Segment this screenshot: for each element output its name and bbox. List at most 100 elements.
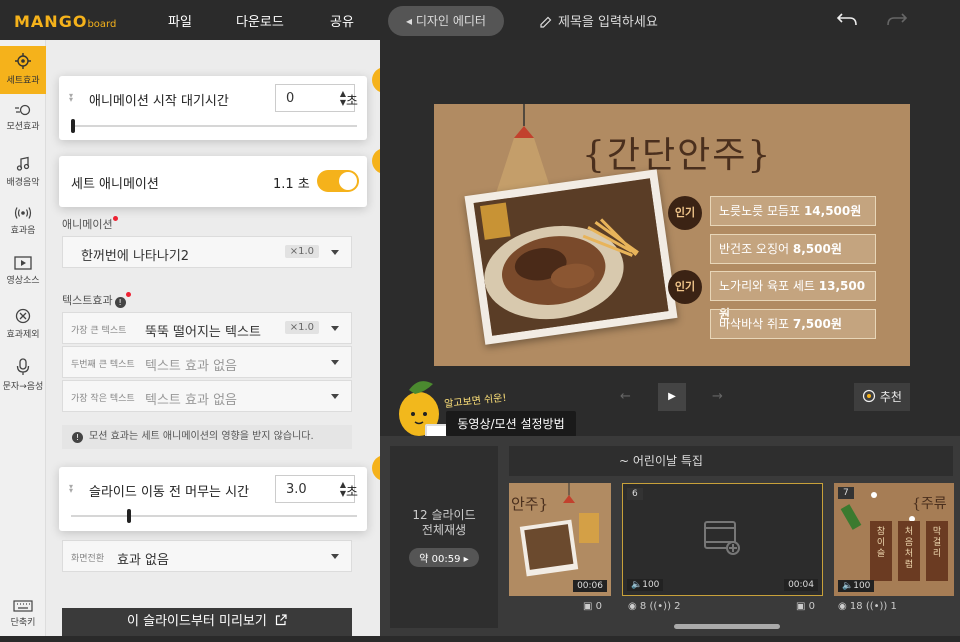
delay-card: ▾ ▾ 애니메이션 시작 대기시간 0 ▲ ▼ 초 — [59, 76, 367, 140]
info-icon: ! — [72, 432, 83, 443]
sound-wave-icon — [14, 207, 32, 219]
next-slide-icon[interactable]: → — [712, 389, 723, 404]
slide-duration: 00:04 — [784, 579, 818, 591]
info-icon[interactable]: ! — [114, 297, 126, 308]
rail-sound-effect[interactable]: 효과음 — [0, 200, 46, 248]
preview-from-slide-button[interactable]: 이 슬라이드부터 미리보기 — [62, 608, 352, 636]
rail-background-music[interactable]: 배경음악 — [0, 150, 46, 198]
rail-exclude-effect[interactable]: 효과제외 — [0, 302, 46, 350]
notice-text: ! 모션 효과는 세트 애니메이션의 영향을 받지 않습니다. — [62, 425, 352, 449]
delay-slider-track[interactable] — [71, 125, 357, 127]
play-button[interactable]: ▶ — [658, 383, 686, 411]
music-note-icon — [16, 156, 30, 171]
mangoboard-logo[interactable]: MANGOboard — [14, 12, 116, 31]
collapse-icon[interactable]: ▾ ▾ — [69, 483, 77, 495]
rail-shortcuts[interactable]: 단축키 — [0, 594, 46, 642]
menu-item: 노릇노릇 모듬포 14,500원 — [710, 196, 876, 226]
video-count: ▣ 0 — [796, 601, 816, 612]
delay-slider-thumb[interactable] — [71, 119, 75, 133]
title-field[interactable]: 제목을 입력하세요 — [540, 11, 658, 30]
liquor-label: 막걸리 — [932, 527, 942, 559]
menu-item: 노가리와 육포 세트 13,500원 — [710, 271, 876, 321]
top-bar: MANGOboard 파일 다운로드 공유 ◂ 디자인 에디터 제목을 입력하세… — [0, 0, 960, 40]
exclude-icon — [15, 308, 31, 324]
slide-number: 7 — [838, 487, 854, 499]
food-photo — [464, 169, 678, 345]
slide-thumbnail[interactable]: 안주} 00:06 — [509, 483, 611, 596]
left-rail: 세트효과 모션효과 배경음악 효과음 영상소스 효과제외 문자→음성 단축키 — [0, 40, 46, 636]
menu-share[interactable]: 공유 — [330, 11, 354, 30]
total-duration: 약 00:59 ▸ — [409, 548, 479, 567]
video-count-icon: ▣ — [583, 601, 596, 612]
slide-duration: 00:06 — [573, 580, 607, 592]
menu-file[interactable]: 파일 — [168, 11, 192, 30]
required-dot — [125, 292, 131, 297]
rail-video-source[interactable]: 영상소스 — [0, 250, 46, 298]
set-animation-value: 1.1 초 — [273, 177, 310, 192]
design-editor-button[interactable]: ◂ 디자인 에디터 — [388, 6, 504, 36]
rail-set-effect[interactable]: 세트효과 — [0, 46, 46, 94]
slide-title: {간단안주} — [582, 135, 773, 176]
grilled-food-image — [473, 178, 669, 336]
chevron-down-icon — [331, 360, 339, 365]
thumbnail-title: 안주} — [511, 495, 549, 513]
set-animation-toggle[interactable] — [317, 170, 359, 192]
timeline-scrollbar[interactable] — [674, 624, 780, 629]
liquor-label: 참이슬 — [876, 527, 886, 559]
motion-icon: ◉ — [628, 601, 640, 612]
slide-canvas[interactable]: {간단안주} 인기 노릇노릇 모듬포 14,500원 반건조 오징어 8,500… — [434, 104, 910, 366]
slide-number: 6 — [627, 488, 643, 500]
popular-badge: 인기 — [668, 270, 702, 304]
popular-badge: 인기 — [668, 196, 702, 230]
menu-item: 바삭바삭 쥐포 7,500원 — [710, 309, 876, 339]
slide-thumbnail-selected[interactable]: 6 🔈100 00:04 — [622, 483, 823, 596]
rail-motion-effect[interactable]: 모션효과 — [0, 98, 46, 146]
delay-unit: 초 — [346, 94, 358, 109]
stay-time-slider-track[interactable] — [71, 515, 357, 517]
collapse-icon[interactable]: ▾ ▾ — [69, 92, 77, 104]
stay-time-slider-thumb[interactable] — [127, 509, 132, 523]
chevron-down-icon — [331, 250, 339, 255]
animation-label: 애니메이션 — [62, 216, 118, 232]
play-all-button[interactable]: 12 슬라이드 전체재생 약 00:59 ▸ — [390, 446, 498, 628]
sparkle-icon — [862, 389, 876, 403]
transition-select[interactable]: 화면전환 효과 없음 — [62, 540, 352, 572]
volume-badge: 🔈100 — [838, 580, 875, 592]
volume-badge: 🔈100 — [627, 579, 664, 591]
set-animation-title: 세트 애니메이션 — [71, 177, 159, 192]
liquor-label: 처음처럼 — [904, 527, 914, 570]
menu-download[interactable]: 다운로드 — [236, 11, 284, 30]
required-dot — [112, 216, 118, 221]
redo-icon[interactable] — [886, 12, 908, 28]
stay-time-number-input[interactable]: 3.0 ▲ ▼ — [275, 475, 355, 503]
video-count: ▣ 0 — [583, 601, 603, 612]
rail-text-to-speech[interactable]: 문자→음성 — [0, 352, 46, 400]
title-placeholder: 제목을 입력하세요 — [558, 15, 658, 30]
menu-item: 반건조 오징어 8,500원 — [710, 234, 876, 264]
previous-slide-icon[interactable]: ← — [620, 389, 631, 404]
text-effect-label: 텍스트효과! — [62, 292, 131, 308]
slide-thumbnail[interactable]: 7 {주류 참이슬 처음처럼 막걸리 🔈100 — [834, 483, 954, 596]
sound-wave-icon: ((•)) — [865, 601, 891, 612]
text-effect-second-select[interactable]: 두번째 큰 텍스트 텍스트 효과 없음 — [62, 346, 352, 378]
undo-icon[interactable] — [836, 12, 858, 28]
video-count-icon: ▣ — [796, 601, 809, 612]
motion-sound-count: ◉ 8 ((•)) 2 — [628, 601, 681, 612]
text-effect-smallest-select[interactable]: 가장 작은 텍스트 텍스트 효과 없음 — [62, 380, 352, 412]
chevron-down-icon — [331, 326, 339, 331]
animation-select[interactable]: 한꺼번에 나타나기2 ×1.0 — [62, 236, 352, 268]
motion-icon: ◉ — [838, 601, 850, 612]
timeline-group-header[interactable]: ~ 어린이날 특집 — [509, 446, 953, 476]
microphone-icon — [16, 358, 30, 375]
motion-guide-tooltip[interactable]: 동영상/모션 설정방법 — [446, 411, 576, 437]
chevron-down-icon — [331, 554, 339, 559]
delay-number-input[interactable]: 0 ▲ ▼ — [275, 84, 355, 112]
chevron-down-icon — [331, 394, 339, 399]
delay-title: 애니메이션 시작 대기시간 — [89, 94, 229, 109]
thumbnail-title: {주류 — [912, 496, 947, 512]
motion-icon — [15, 104, 31, 116]
text-effect-largest-select[interactable]: 가장 큰 텍스트 뚝뚝 떨어지는 텍스트 ×1.0 — [62, 312, 352, 344]
keyboard-icon — [13, 600, 33, 612]
recommend-button[interactable]: 추천 — [854, 383, 910, 411]
external-link-icon — [275, 614, 287, 626]
